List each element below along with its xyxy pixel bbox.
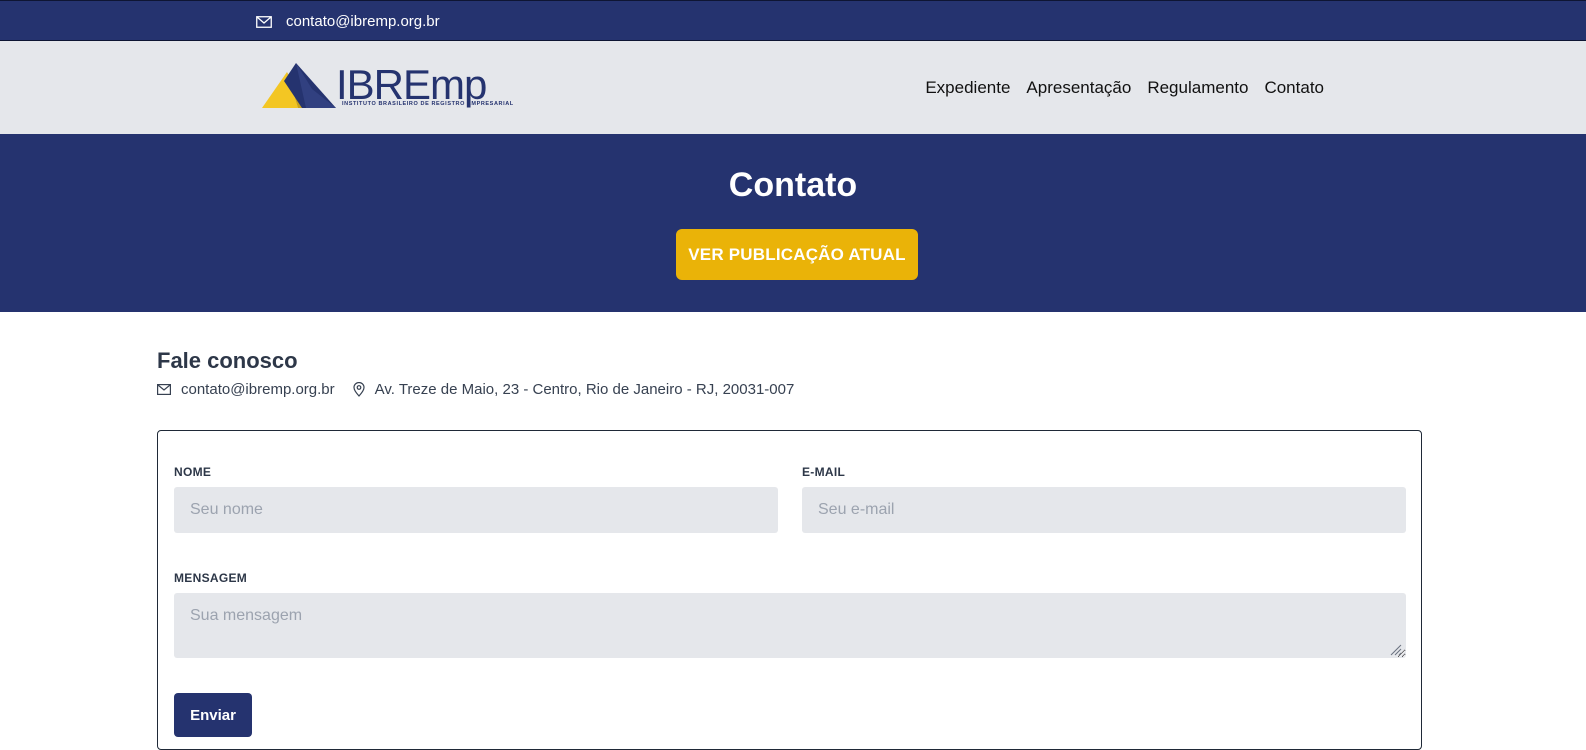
contact-info-row: contato@ibremp.org.br Av. Treze de Maio,… — [157, 379, 794, 399]
mail-icon — [157, 383, 171, 395]
location-pin-icon — [353, 381, 365, 397]
nav-expediente[interactable]: Expediente — [925, 78, 1010, 98]
mail-icon — [256, 15, 272, 28]
email-label: E-MAIL — [802, 465, 846, 479]
submit-button[interactable]: Enviar — [174, 693, 252, 737]
name-input[interactable] — [174, 487, 778, 533]
resize-handle-icon[interactable] — [1388, 642, 1402, 656]
contact-section-title: Fale conosco — [157, 348, 298, 373]
logo-tagline: INSTITUTO BRASILEIRO DE REGISTRO EMPRESA… — [342, 101, 514, 107]
site-header: IBREmp INSTITUTO BRASILEIRO DE REGISTRO … — [0, 41, 1586, 134]
site-logo[interactable]: IBREmp INSTITUTO BRASILEIRO DE REGISTRO … — [262, 59, 513, 111]
email-input[interactable] — [802, 487, 1406, 533]
name-label: NOME — [174, 465, 212, 479]
nav-regulamento[interactable]: Regulamento — [1147, 78, 1248, 98]
nav-contato[interactable]: Contato — [1264, 78, 1324, 98]
page-title: Contato — [728, 166, 858, 204]
main-nav: Expediente Apresentação Regulamento Cont… — [925, 41, 1324, 134]
view-current-publication-button[interactable]: VER PUBLICAÇÃO ATUAL — [676, 229, 918, 280]
hero-banner: Contato VER PUBLICAÇÃO ATUAL — [0, 134, 1586, 312]
top-bar: contato@ibremp.org.br — [0, 0, 1586, 41]
nav-apresentacao[interactable]: Apresentação — [1026, 78, 1131, 98]
contact-address: Av. Treze de Maio, 23 - Centro, Rio de J… — [374, 380, 795, 398]
message-label: MENSAGEM — [174, 571, 248, 585]
topbar-email-text: contato@ibremp.org.br — [286, 13, 440, 30]
contact-form: NOME E-MAIL MENSAGEM Enviar — [157, 430, 1422, 750]
logo-triangle-icon — [262, 63, 336, 108]
topbar-email[interactable]: contato@ibremp.org.br — [256, 1, 440, 42]
message-textarea[interactable] — [174, 593, 1406, 658]
contact-email[interactable]: contato@ibremp.org.br — [181, 381, 335, 398]
